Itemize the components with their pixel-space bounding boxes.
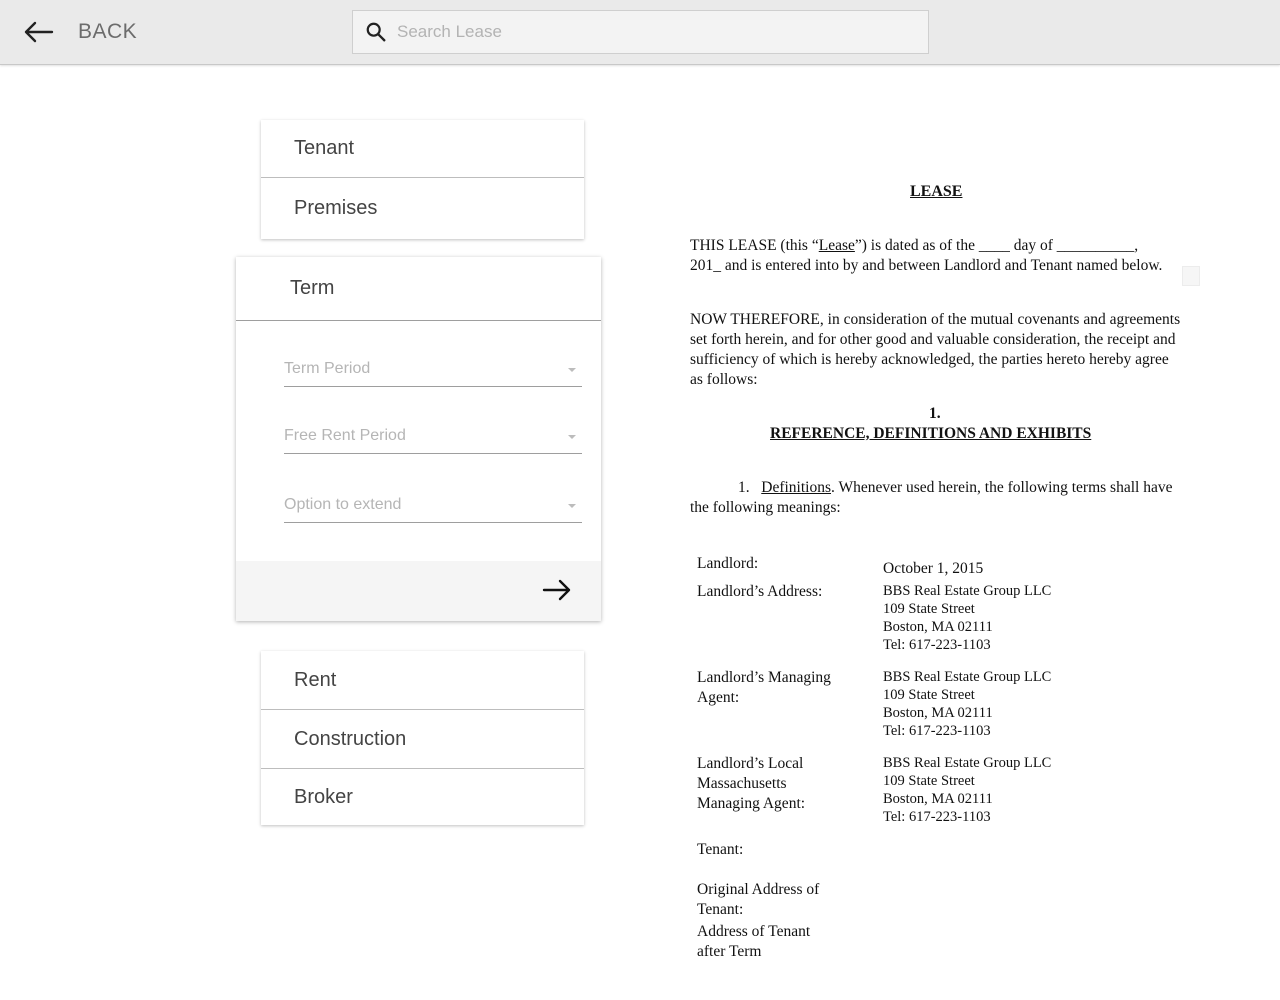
- section-term-panel: Term Term Period Free Rent Period Option…: [236, 257, 601, 621]
- term-period-select[interactable]: Term Period: [284, 351, 582, 387]
- section-title: REFERENCE, DEFINITIONS AND EXHIBITS: [770, 425, 1092, 442]
- arrow-left-icon: [24, 21, 54, 43]
- term-fields: Term Period Free Rent Period Option to e…: [236, 321, 601, 561]
- definition-value: BBS Real Estate Group LLC 109 State Stre…: [883, 668, 1051, 740]
- dropdown-caret-icon: [568, 504, 576, 508]
- definition-value-line: Tel: 617-223-1103: [883, 637, 991, 653]
- definition-value: BBS Real Estate Group LLC 109 State Stre…: [883, 582, 1051, 654]
- definition-value-line: Boston, MA 02111: [883, 791, 993, 807]
- definition-value-line: Tel: 617-223-1103: [883, 809, 991, 825]
- document-title: LEASE: [910, 183, 963, 200]
- definition-value-line: BBS Real Estate Group LLC: [883, 583, 1052, 599]
- section-broker[interactable]: Broker: [261, 769, 584, 825]
- definition-value-line: Tel: 617-223-1103: [883, 723, 991, 739]
- definition-value-line: Boston, MA 02111: [883, 619, 993, 635]
- section-card-top: Tenant Premises: [261, 120, 584, 239]
- definition-number: 1.: [738, 479, 750, 496]
- definition-value-line: BBS Real Estate Group LLC: [883, 669, 1052, 685]
- top-bar: BACK: [0, 0, 1280, 65]
- section-rent[interactable]: Rent: [261, 651, 584, 710]
- definition-value-line: October 1, 2015: [883, 560, 984, 577]
- definition-value-line: 109 State Street: [883, 773, 975, 789]
- definition-value: BBS Real Estate Group LLC 109 State Stre…: [883, 754, 1051, 826]
- definition-value-line: BBS Real Estate Group LLC: [883, 755, 1052, 771]
- section-card-bottom: Rent Construction Broker: [261, 651, 584, 825]
- search-input[interactable]: [397, 22, 897, 42]
- next-button[interactable]: [541, 577, 573, 603]
- back-label: BACK: [78, 20, 138, 43]
- definitions-term: Definitions: [761, 479, 831, 496]
- definition-value-line: 109 State Street: [883, 687, 975, 703]
- term-footer: [236, 561, 601, 621]
- definition-label: Landlord’s Managing Agent:: [697, 669, 831, 706]
- search-icon: [366, 22, 386, 42]
- section-construction[interactable]: Construction: [261, 710, 584, 769]
- section-premises[interactable]: Premises: [261, 178, 584, 239]
- option-to-extend-select[interactable]: Option to extend: [284, 487, 582, 523]
- free-rent-period-select[interactable]: Free Rent Period: [284, 418, 582, 454]
- term-period-placeholder: Term Period: [284, 360, 371, 377]
- arrow-right-icon: [542, 579, 571, 601]
- definition-label: Original Address of Tenant:: [697, 881, 820, 918]
- intro-text-a: THIS LEASE (this “: [690, 237, 819, 254]
- intro-lease-term: Lease: [818, 237, 855, 254]
- section-tenant[interactable]: Tenant: [261, 120, 584, 178]
- free-rent-period-placeholder: Free Rent Period: [284, 427, 406, 444]
- intro-text-b: ”) is dated as of the ____ day of ______…: [854, 237, 1139, 254]
- definition-value-line: 109 State Street: [883, 601, 975, 617]
- definition-label: Landlord’s Address:: [697, 583, 823, 600]
- definition-label: Tenant:: [697, 841, 744, 858]
- intro-paragraph: THIS LEASE (this “Lease”) is dated as of…: [690, 236, 1190, 276]
- dropdown-caret-icon: [568, 435, 576, 439]
- definition-label: Address of Tenant after Term: [697, 923, 811, 960]
- definition-value-line: Boston, MA 02111: [883, 705, 993, 721]
- section-term[interactable]: Term: [236, 257, 601, 321]
- intro-text-c: 201_ and is entered into by and between …: [690, 257, 1163, 274]
- definition-label: Landlord’s Local Massachusetts Managing …: [697, 755, 806, 812]
- back-button[interactable]: BACK: [22, 14, 137, 50]
- whereas-paragraph: NOW THEREFORE, in consideration of the m…: [690, 311, 1181, 388]
- dropdown-caret-icon: [568, 368, 576, 372]
- definitions-paragraph: 1. Definitions. Whenever used herein, th…: [690, 478, 1180, 518]
- definition-label: Landlord:: [697, 555, 759, 572]
- option-to-extend-placeholder: Option to extend: [284, 496, 402, 513]
- search-box[interactable]: [352, 10, 929, 54]
- section-number: 1.: [929, 405, 941, 422]
- definition-value: October 1, 2015: [883, 560, 983, 578]
